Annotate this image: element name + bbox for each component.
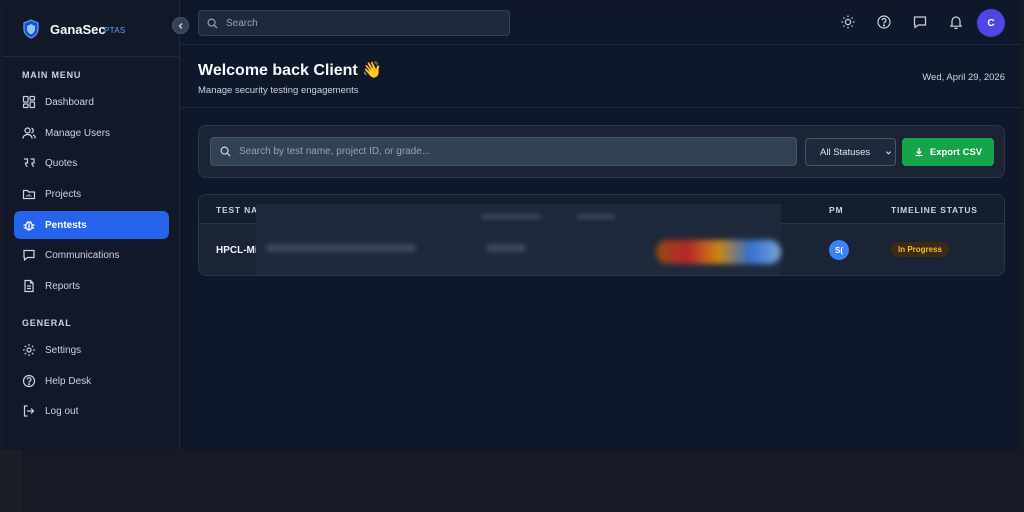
sidebar-item-label: Dashboard [45,96,94,108]
pentests-table: TEST NA PM TIMELINE STATUS HPCL-Mi S( In… [198,194,1005,276]
sidebar-item-settings[interactable]: Settings [14,336,169,364]
app-window: GanaSec PTAS MAIN MENU Dashboard Manage … [3,1,1021,450]
search-icon [220,146,231,157]
filter-bar: All Statuses Export CSV [198,125,1005,178]
redacted-text [486,244,526,252]
sidebar-item-help-desk[interactable]: Help Desk [14,367,169,395]
logout-icon [22,404,36,418]
quote-icon [22,156,36,170]
sidebar-item-label: Manage Users [45,127,111,139]
page-subtitle: Manage security testing engagements [198,85,359,96]
sidebar-item-label: Pentests [45,219,87,231]
topbar: C [180,1,1021,45]
sidebar-item-label: Settings [45,344,82,356]
sidebar-item-label: Reports [45,280,81,292]
sidebar-item-label: Projects [45,188,82,200]
redacted-region [256,204,781,275]
chevron-down-icon [885,149,892,156]
sidebar-item-projects[interactable]: Projects [14,180,169,208]
page-header: Welcome back Client 👋 Manage security te… [180,45,1021,108]
general-title: GENERAL [22,318,72,328]
sidebar-item-quotes[interactable]: Quotes [14,149,169,177]
test-name-cell: HPCL-Mi [216,245,258,256]
dashboard-icon [22,95,36,109]
sidebar-item-label: Quotes [45,157,78,169]
help-icon[interactable] [876,14,892,30]
sidebar-item-label: Help Desk [45,375,92,387]
redacted-chip [656,240,781,264]
shield-logo-icon [22,19,40,39]
status-badge: In Progress [891,242,950,257]
sidebar-item-log-out[interactable]: Log out [14,397,169,425]
column-header-test-name[interactable]: TEST NA [216,205,258,215]
brand: GanaSec PTAS [3,1,180,57]
sidebar-item-manage-users[interactable]: Manage Users [14,119,169,147]
pentest-search[interactable] [210,137,797,166]
export-csv-label: Export CSV [929,146,983,158]
pentest-search-input[interactable] [239,146,758,157]
redacted-header [481,214,541,219]
help-icon [22,374,36,388]
message-icon[interactable] [912,14,928,30]
main-menu-title: MAIN MENU [22,70,82,80]
folder-icon [22,187,36,201]
sidebar-item-communications[interactable]: Communications [14,241,169,269]
collapse-sidebar-button[interactable] [172,17,189,34]
search-icon [207,18,218,29]
redacted-text [266,244,416,252]
users-icon [22,126,36,140]
current-date: Wed, April 29, 2026 [922,72,1005,83]
sidebar: GanaSec PTAS MAIN MENU Dashboard Manage … [3,1,180,450]
status-filter-value: All Statuses [820,146,871,158]
document-icon [22,279,36,293]
global-search[interactable] [198,10,510,36]
pm-avatar: S( [829,240,849,260]
sidebar-item-pentests[interactable]: Pentests [14,211,169,239]
sidebar-item-reports[interactable]: Reports [14,272,169,300]
search-input[interactable] [226,17,498,29]
window-corner [0,450,22,512]
sidebar-item-dashboard[interactable]: Dashboard [14,88,169,116]
sidebar-item-label: Communications [45,249,120,261]
status-filter-select[interactable]: All Statuses [805,138,896,166]
brand-name: GanaSec [50,22,106,37]
bell-icon[interactable] [948,14,964,30]
bug-icon [22,218,36,232]
gear-icon [22,343,36,357]
chat-icon [22,248,36,262]
page-title: Welcome back Client 👋 [198,62,383,79]
download-icon [914,147,924,157]
sidebar-item-label: Log out [45,405,79,417]
export-csv-button[interactable]: Export CSV [902,138,994,166]
column-header-timeline-status[interactable]: TIMELINE STATUS [891,205,978,215]
brand-subtitle: PTAS [104,26,126,35]
column-header-pm[interactable]: PM [829,205,843,215]
user-avatar[interactable]: C [977,9,1005,37]
sun-icon[interactable] [840,14,856,30]
redacted-header [576,214,616,219]
chevron-left-icon [177,22,185,30]
